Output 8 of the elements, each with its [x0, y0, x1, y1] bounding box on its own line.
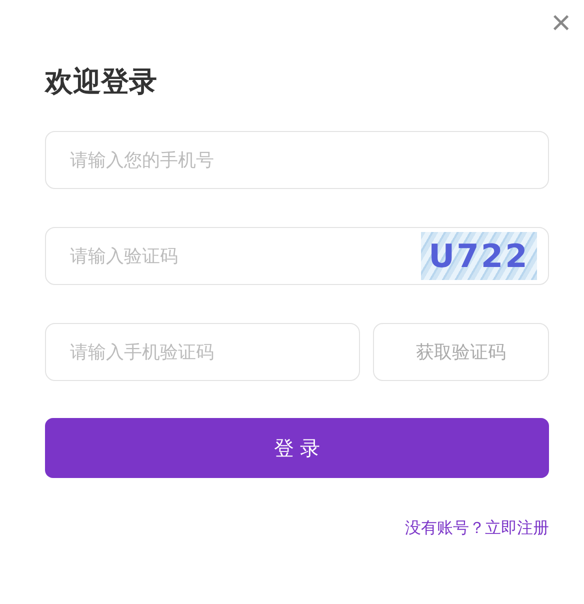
register-link[interactable]: 没有账号？立即注册 [405, 518, 549, 539]
captcha-image[interactable]: U722 [421, 232, 537, 280]
login-button[interactable]: 登 录 [45, 418, 549, 478]
phone-input-field[interactable]: 请输入您的手机号 [45, 131, 549, 189]
get-code-button[interactable]: 获取验证码 [373, 323, 549, 381]
page-title: 欢迎登录 [45, 64, 158, 100]
sms-code-input-field[interactable]: 请输入手机验证码 [45, 323, 360, 381]
close-button[interactable]: × [551, 8, 571, 38]
